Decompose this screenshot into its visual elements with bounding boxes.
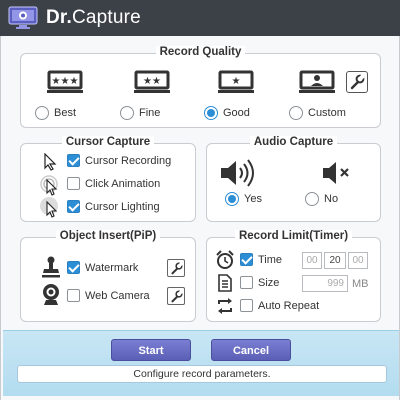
action-bar: Start Cancel Configure record parameters… [3, 330, 399, 396]
cursor-capture-title: Cursor Capture [61, 136, 155, 148]
wrench-icon [170, 261, 183, 274]
custom-settings-button[interactable] [346, 71, 368, 93]
quality-custom-radio-row[interactable]: Custom [289, 106, 346, 120]
time-limit-label: Time [258, 253, 283, 266]
web-camera-label: Web Camera [85, 289, 150, 302]
audio-capture-title: Audio Capture [249, 136, 338, 148]
audio-yes-label: Yes [244, 193, 262, 205]
webcam-icon [43, 284, 59, 305]
minutes-field[interactable]: 20 [324, 252, 346, 269]
audio-no-label: No [324, 193, 339, 205]
quality-best-label: Best [54, 107, 77, 119]
quality-good-option[interactable]: ★ [206, 69, 266, 98]
cursor-capture-group: Cursor Capture Cursor Recording Click An… [20, 136, 196, 222]
quality-fine-radio-row[interactable]: Fine [120, 106, 160, 120]
title-bar[interactable]: Dr.Capture [0, 0, 400, 36]
wrench-icon [350, 74, 365, 90]
start-button[interactable]: Start [111, 339, 191, 361]
audio-yes-row[interactable]: Yes [225, 192, 262, 206]
watermark-label: Watermark [85, 261, 139, 274]
cursor-lighting-checkbox[interactable] [67, 200, 80, 213]
record-limit-group: Record Limit(Timer) Time 00 20 00 Size 9… [206, 230, 381, 322]
web-camera-checkbox[interactable] [67, 289, 80, 302]
click-animation-row[interactable]: Click Animation [67, 177, 160, 190]
web-camera-row[interactable]: Web Camera [67, 289, 150, 302]
one-star-film-icon: ★ [218, 70, 254, 93]
cursor-icon [44, 153, 57, 171]
auto-repeat-checkbox[interactable] [240, 299, 253, 312]
auto-repeat-row[interactable]: Auto Repeat [240, 299, 319, 312]
record-quality-title: Record Quality [155, 46, 246, 58]
audio-no-row[interactable]: No [305, 192, 338, 206]
size-unit-label: MB [352, 278, 369, 290]
record-quality-group: Record Quality ★★★ ★★ ★ Best Fine Good C… [20, 46, 381, 128]
quality-fine-option[interactable]: ★★ [122, 69, 182, 98]
watermark-settings-button[interactable] [167, 259, 185, 277]
click-animation-label: Click Animation [85, 177, 161, 190]
audio-no-radio[interactable] [305, 192, 319, 206]
quality-fine-radio[interactable] [120, 106, 134, 120]
cursor-lighting-label: Cursor Lighting [85, 200, 160, 213]
app-title-prefix: Dr. [46, 7, 72, 28]
app-title: Dr.Capture [46, 7, 141, 29]
audio-capture-group: Audio Capture Yes No [206, 136, 381, 222]
app-window: Dr.Capture Record Quality ★★★ ★★ ★ Best … [0, 0, 400, 400]
quality-custom-radio[interactable] [289, 106, 303, 120]
svg-text:★★★: ★★★ [52, 76, 79, 87]
size-field[interactable]: 999 [302, 275, 348, 292]
stamp-icon [42, 256, 60, 278]
svg-text:★: ★ [232, 76, 241, 87]
file-size-icon [218, 274, 232, 292]
app-logo-icon [8, 6, 38, 29]
size-limit-label: Size [258, 276, 280, 289]
quality-custom-label: Custom [308, 107, 346, 119]
quality-good-radio-row[interactable]: Good [204, 106, 250, 120]
svg-text:★★: ★★ [143, 76, 161, 87]
click-animation-icon [40, 175, 58, 196]
watermark-checkbox[interactable] [67, 261, 80, 274]
quality-best-option[interactable]: ★★★ [35, 69, 95, 98]
quality-fine-label: Fine [139, 107, 161, 119]
cursor-lighting-icon [40, 197, 58, 218]
three-star-film-icon: ★★★ [47, 70, 83, 93]
cursor-lighting-row[interactable]: Cursor Lighting [67, 200, 160, 213]
quality-good-radio[interactable] [204, 106, 218, 120]
time-limit-checkbox[interactable] [240, 253, 253, 266]
size-limit-row[interactable]: Size [240, 276, 279, 289]
speaker-mute-icon [323, 162, 349, 184]
quality-best-radio-row[interactable]: Best [35, 106, 76, 120]
cursor-recording-row[interactable]: Cursor Recording [67, 154, 171, 167]
quality-good-label: Good [223, 107, 250, 119]
repeat-icon [218, 298, 232, 314]
record-limit-title: Record Limit(Timer) [234, 230, 353, 242]
quality-best-radio[interactable] [35, 106, 49, 120]
alarm-clock-icon [216, 250, 234, 269]
object-insert-title: Object Insert(PiP) [55, 230, 161, 242]
size-limit-checkbox[interactable] [240, 276, 253, 289]
cursor-recording-checkbox[interactable] [67, 154, 80, 167]
two-star-film-icon: ★★ [134, 70, 170, 93]
hours-field[interactable]: 00 [302, 252, 322, 269]
object-insert-group: Object Insert(PiP) Watermark Web Camera [20, 230, 196, 322]
cursor-recording-label: Cursor Recording [85, 154, 172, 167]
time-limit-row[interactable]: Time [240, 253, 282, 266]
quality-custom-option[interactable] [287, 69, 347, 98]
web-camera-settings-button[interactable] [167, 287, 185, 305]
status-bar: Configure record parameters. [17, 365, 387, 383]
custom-film-icon [299, 70, 335, 93]
seconds-field[interactable]: 00 [348, 252, 368, 269]
watermark-row[interactable]: Watermark [67, 261, 138, 274]
click-animation-checkbox[interactable] [67, 177, 80, 190]
app-title-suffix: Capture [71, 7, 141, 28]
wrench-icon [170, 289, 183, 302]
audio-yes-radio[interactable] [225, 192, 239, 206]
auto-repeat-label: Auto Repeat [258, 299, 320, 312]
main-panel: Record Quality ★★★ ★★ ★ Best Fine Good C… [0, 36, 400, 400]
cancel-button[interactable]: Cancel [211, 339, 291, 361]
speaker-on-icon [221, 159, 254, 187]
